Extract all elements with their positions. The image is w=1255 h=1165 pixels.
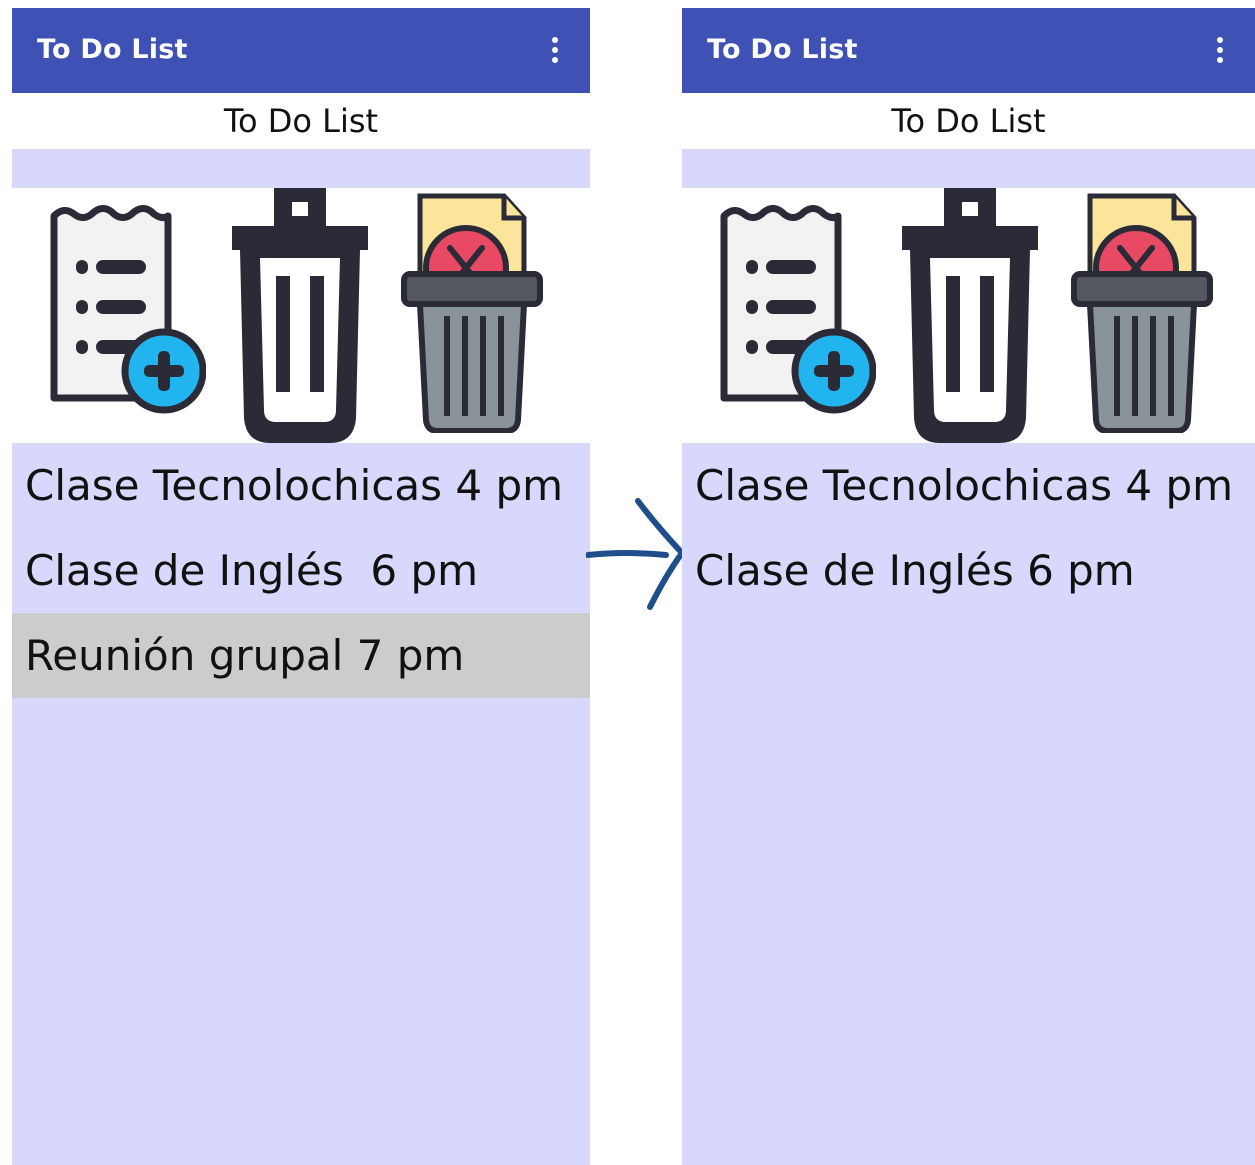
trash-icon[interactable] xyxy=(230,188,370,443)
app-bar: To Do List xyxy=(682,8,1255,93)
app-bar-title: To Do List xyxy=(37,34,188,65)
add-task-icon[interactable] xyxy=(720,188,876,433)
list-item[interactable]: Clase de Inglés 6 pm xyxy=(682,528,1255,613)
list-item[interactable]: Clase de Inglés 6 pm xyxy=(12,528,590,613)
page-title: To Do List xyxy=(891,102,1046,140)
arrow-icon xyxy=(586,498,686,610)
task-list: Clase Tecnolochicas 4 pm Clase de Inglés… xyxy=(12,443,590,698)
action-icon-bar xyxy=(682,188,1255,443)
clear-all-icon[interactable] xyxy=(1070,188,1215,433)
list-item[interactable]: Clase Tecnolochicas 4 pm xyxy=(682,443,1255,528)
app-bar: To Do List xyxy=(12,8,590,93)
clear-all-icon[interactable] xyxy=(400,188,545,433)
action-icon-bar xyxy=(12,188,590,443)
subtitle-bar: To Do List xyxy=(12,93,590,149)
overflow-menu-icon[interactable] xyxy=(540,30,570,70)
list-item[interactable]: Clase Tecnolochicas 4 pm xyxy=(12,443,590,528)
list-item-selected[interactable]: Reunión grupal 7 pm xyxy=(12,613,590,698)
app-bar-title: To Do List xyxy=(707,34,858,65)
phone-screen-after: To Do List To Do List Clase Tecnolochica… xyxy=(682,8,1255,1165)
subtitle-bar: To Do List xyxy=(682,93,1255,149)
task-list: Clase Tecnolochicas 4 pm Clase de Inglés… xyxy=(682,443,1255,613)
overflow-menu-icon[interactable] xyxy=(1205,30,1235,70)
add-task-icon[interactable] xyxy=(50,188,206,433)
page-title: To Do List xyxy=(223,102,379,140)
phone-screen-before: To Do List To Do List Clase Tecnolochica… xyxy=(12,8,590,1165)
trash-icon[interactable] xyxy=(900,188,1040,443)
